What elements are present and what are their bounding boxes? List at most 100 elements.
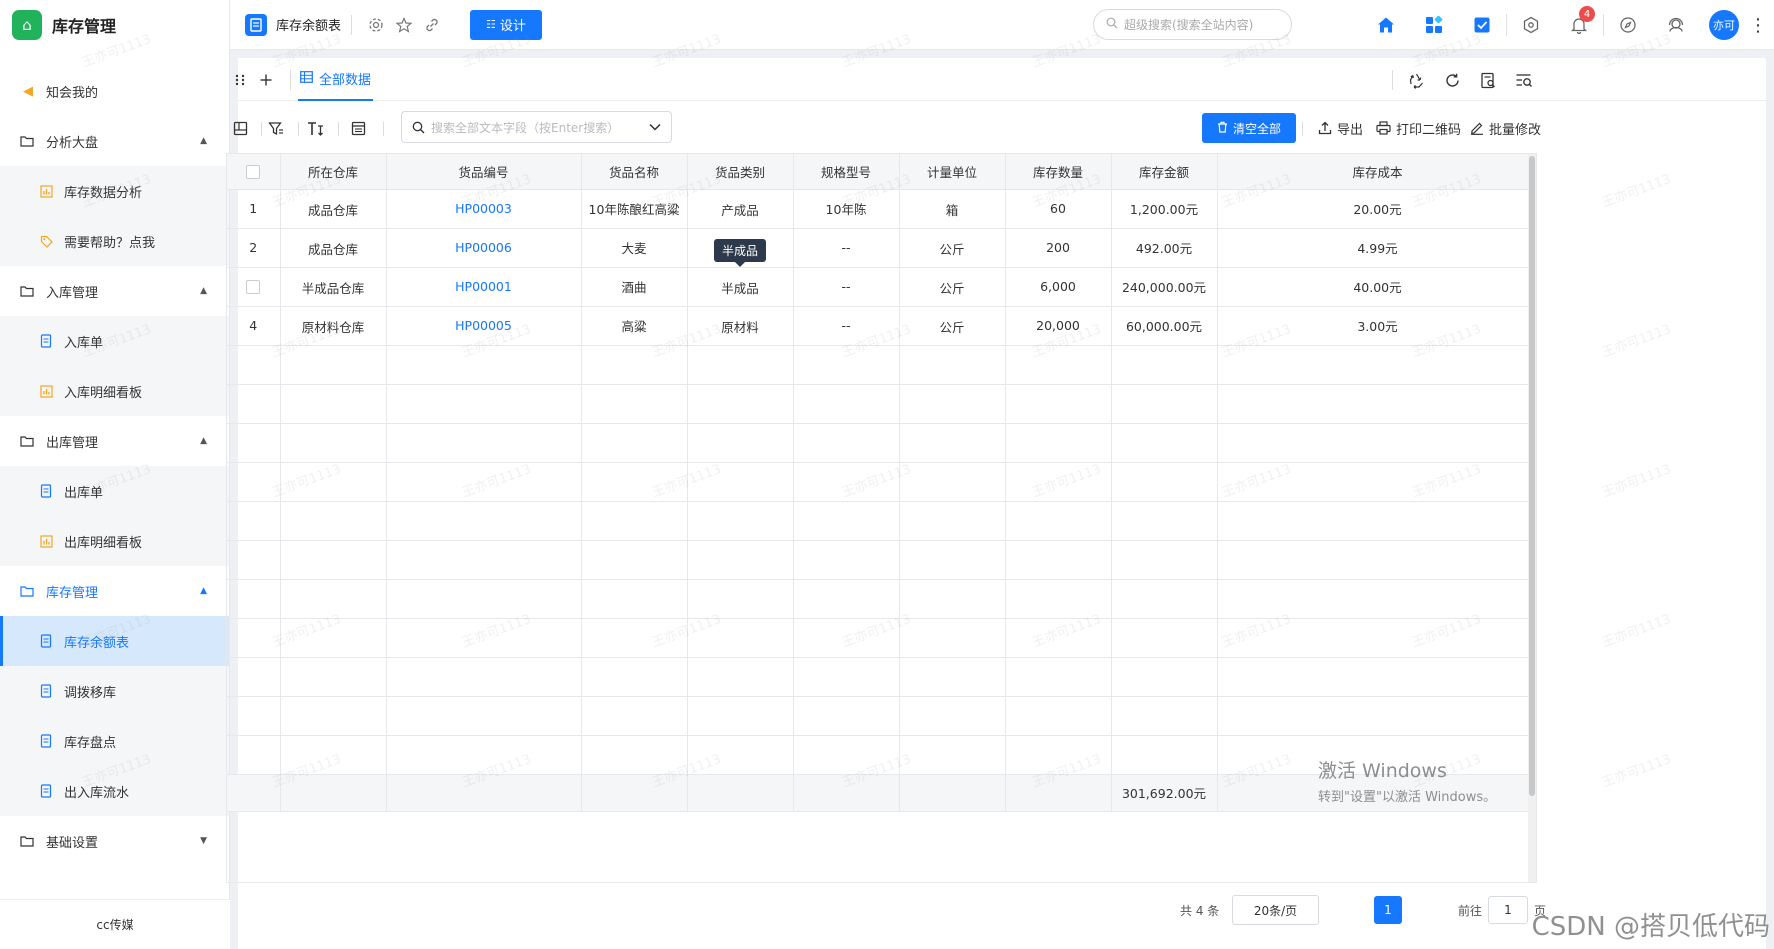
drag-grid-icon[interactable]	[226, 66, 254, 94]
sidebar-item[interactable]: 库存盘点	[0, 716, 229, 766]
empty-cell	[280, 384, 387, 424]
sidebar-item[interactable]: 需要帮助？点我	[0, 216, 229, 266]
text-size-icon[interactable]	[302, 114, 330, 142]
table-row[interactable]: 2 成品仓库 HP00006 大麦 半成品 -- 公斤 200 492.00元 4.99元	[227, 228, 1536, 268]
empty-cell	[227, 384, 281, 424]
sidebar-item[interactable]: 库存余额表	[0, 616, 229, 666]
product-code-link[interactable]: HP00003	[386, 189, 582, 229]
column-header[interactable]: 货品编号	[386, 154, 582, 190]
folder-icon	[20, 135, 36, 147]
goto-page-input[interactable]: 1	[1488, 896, 1528, 924]
refresh-icon[interactable]	[1438, 66, 1466, 94]
column-header[interactable]: 规格型号	[793, 154, 900, 190]
category-cell: 半成品	[687, 228, 794, 268]
task-check-icon[interactable]	[1458, 0, 1506, 50]
product-code-link[interactable]: HP00001	[386, 267, 582, 307]
table-icon	[300, 70, 313, 87]
column-header[interactable]: 库存金额	[1111, 154, 1218, 190]
chevron-down-icon[interactable]	[649, 120, 661, 134]
empty-cell	[1217, 657, 1536, 697]
vertical-scrollbar[interactable]	[1528, 154, 1536, 882]
more-vertical-icon[interactable]: ⋮	[1748, 0, 1768, 50]
empty-cell	[899, 618, 1006, 658]
star-icon[interactable]	[390, 11, 418, 39]
list-search-icon[interactable]	[1510, 66, 1538, 94]
empty-cell	[1111, 540, 1218, 580]
sidebar-group-1[interactable]: 分析大盘 ▲	[0, 116, 229, 166]
tab-all-data[interactable]: 全部数据	[298, 58, 374, 101]
filter-icon[interactable]	[262, 114, 290, 142]
row-checkbox[interactable]	[246, 280, 261, 295]
column-header[interactable]: 计量单位	[899, 154, 1006, 190]
table-row[interactable]: 4 原材料仓库 HP00005 高粱 原材料 -- 公斤 20,000 60,000.00元 3.…	[227, 306, 1536, 346]
export-button[interactable]: 导出	[1318, 113, 1363, 143]
calendar-table-icon[interactable]	[344, 114, 372, 142]
print-qrcode-button[interactable]: 打印二维码	[1376, 113, 1461, 143]
sidebar-group-3[interactable]: 出库管理 ▲	[0, 416, 229, 466]
sidebar-item-notify[interactable]: ◀ 知会我的	[0, 66, 229, 116]
amount-cell: 240,000.00元	[1111, 267, 1218, 307]
bell-icon[interactable]: 4	[1555, 0, 1603, 50]
clear-all-label: 清空全部	[1233, 121, 1282, 136]
product-code-link[interactable]: HP00006	[386, 228, 582, 268]
printer-icon	[1376, 121, 1391, 135]
empty-cell	[687, 384, 794, 424]
gear-icon[interactable]	[362, 11, 390, 39]
empty-cell	[899, 540, 1006, 580]
brand: ⌂ 库存管理	[0, 0, 229, 50]
amount-cell: 492.00元	[1111, 228, 1218, 268]
category-tooltip: 半成品	[713, 238, 767, 262]
column-header[interactable]: 库存成本	[1217, 154, 1536, 190]
global-search-placeholder: 超级搜索(搜索全站内容)	[1124, 18, 1254, 32]
layout-icon[interactable]	[226, 114, 254, 142]
link-icon[interactable]	[418, 11, 446, 39]
column-header[interactable]: 货品名称	[581, 154, 688, 190]
quantity-cell: 6,000	[1005, 267, 1112, 307]
sidebar-item[interactable]: 调拨移库	[0, 666, 229, 716]
empty-cell	[227, 579, 281, 619]
empty-cell	[280, 540, 387, 580]
support-agent-icon[interactable]	[1652, 0, 1700, 50]
hexagon-icon[interactable]	[1507, 0, 1555, 50]
sidebar-item[interactable]: 库存数据分析	[0, 166, 229, 216]
sidebar-item[interactable]: 出入库流水	[0, 766, 229, 816]
empty-cell	[899, 345, 1006, 385]
sidebar-group-5[interactable]: 基础设置 ▼	[0, 816, 229, 866]
empty-cell	[227, 696, 281, 736]
table-search-input[interactable]: 搜索全部文本字段（按Enter搜索）	[401, 111, 672, 143]
sidebar-group-2[interactable]: 入库管理 ▲	[0, 266, 229, 316]
user-avatar-button[interactable]: 亦可	[1700, 0, 1748, 50]
sidebar-group-4[interactable]: 库存管理 ▲	[0, 566, 229, 616]
clear-all-button[interactable]: 清空全部	[1202, 113, 1297, 143]
row-select-cell[interactable]	[227, 267, 281, 307]
sidebar-item[interactable]: 出库明细看板	[0, 516, 229, 566]
empty-cell	[899, 423, 1006, 463]
compass-icon[interactable]	[1604, 0, 1652, 50]
page-size-select[interactable]: 20条/页	[1232, 895, 1319, 925]
table-row[interactable]: 半成品仓库 HP00001 酒曲 半成品 -- 公斤 6,000 240,000.00元 40.…	[227, 267, 1536, 307]
column-header[interactable]: 货品类别	[687, 154, 794, 190]
apps-icon[interactable]	[1410, 0, 1458, 50]
add-view-icon[interactable]	[252, 66, 280, 94]
empty-cell	[581, 540, 688, 580]
product-code-link[interactable]: HP00005	[386, 306, 582, 346]
column-header[interactable]: 库存数量	[1005, 154, 1112, 190]
batch-edit-button[interactable]: 批量修改	[1470, 113, 1541, 143]
sidebar-item[interactable]: 入库单	[0, 316, 229, 366]
page-unit-label: 页	[1534, 904, 1547, 918]
empty-cell	[687, 501, 794, 541]
page-number-current[interactable]: 1	[1374, 896, 1402, 924]
global-search-input[interactable]: 超级搜索(搜索全站内容)	[1093, 9, 1292, 40]
divider	[338, 122, 339, 136]
recycle-icon[interactable]	[1402, 66, 1430, 94]
select-all-cell[interactable]	[227, 154, 281, 190]
sidebar-item[interactable]: 出库单	[0, 466, 229, 516]
form-search-icon[interactable]	[1474, 66, 1502, 94]
design-button[interactable]: ☷ 设计	[470, 9, 542, 40]
sidebar-item[interactable]: 入库明细看板	[0, 366, 229, 416]
select-all-checkbox[interactable]	[246, 165, 261, 179]
table-row[interactable]: 1 成品仓库 HP00003 10年陈酿红高粱 产成品 10年陈箱 60 1,200.00元 2…	[227, 189, 1536, 229]
column-header[interactable]: 所在仓库	[280, 154, 387, 190]
scrollbar-thumb[interactable]	[1529, 156, 1535, 796]
home-icon[interactable]	[1362, 0, 1410, 50]
